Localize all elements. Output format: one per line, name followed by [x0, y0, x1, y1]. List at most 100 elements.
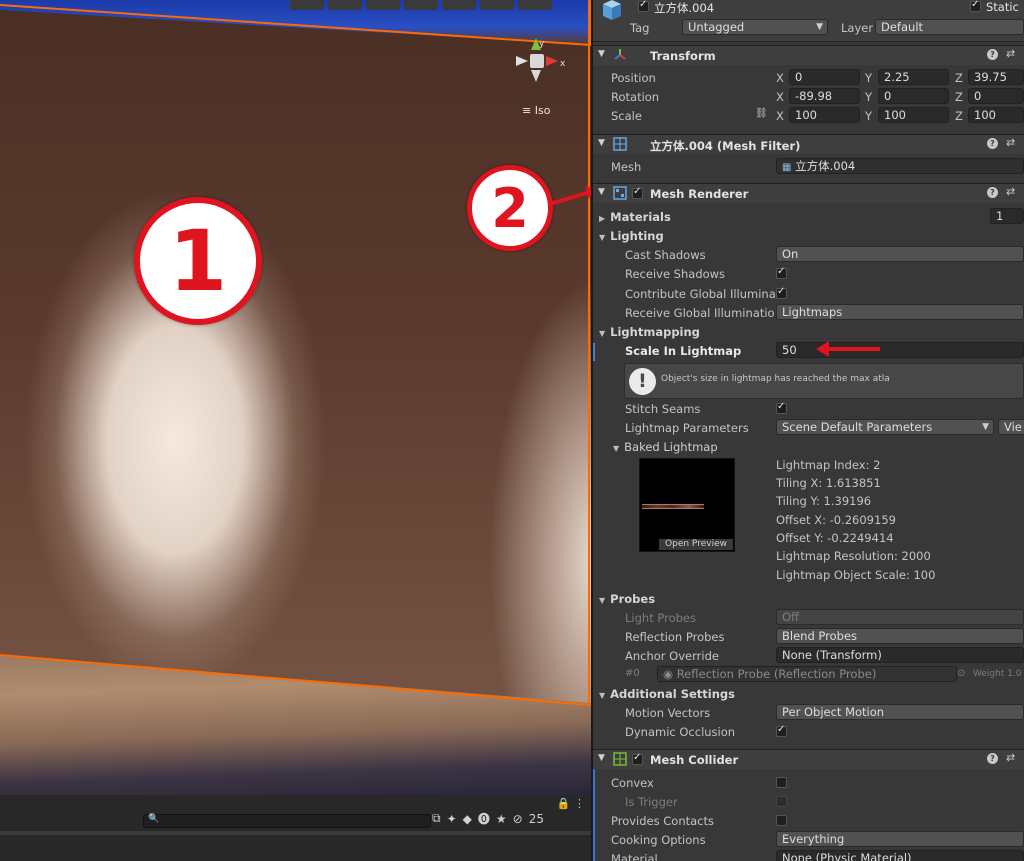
inspector-panel: 立方体.004 Static Tag Untagged ▼ Layer Defau…	[593, 0, 1024, 861]
probe-object-field: ◉ Reflection Probe (Reflection Probe)	[657, 666, 957, 682]
scene-view[interactable]: x y ≡ Iso 1 2 🔒 ⋮ 🔍 ⧉ ✦ ◆ ⓿ ★ ⊘ 25	[0, 0, 591, 861]
materials-foldout[interactable]: ▶ Materials	[599, 210, 671, 224]
presets-icon[interactable]: ⇄	[1006, 185, 1015, 198]
transform-header[interactable]: ▼ Transform ? ⇄	[593, 45, 1024, 65]
is-trigger-checkbox	[776, 796, 787, 807]
scene-bottom-menu[interactable]: 🔒 ⋮	[557, 797, 585, 811]
material-field[interactable]: None (Physic Material)	[776, 850, 1024, 861]
view-button[interactable]: Vie	[998, 419, 1024, 435]
presets-icon[interactable]: ⇄	[1006, 136, 1015, 149]
rotation-y-field[interactable]: 0	[878, 88, 949, 104]
alert-icon[interactable]: ⓿	[478, 810, 490, 827]
scale-x-field[interactable]: 100	[789, 107, 860, 123]
mesh-renderer-enabled-checkbox[interactable]	[632, 186, 643, 199]
warning-text: Object's size in lightmap has reached th…	[661, 374, 890, 384]
scene-bottom-strip	[0, 831, 591, 835]
dynamic-occlusion-checkbox[interactable]	[776, 724, 787, 737]
baked-lightmap-foldout[interactable]: ▼ Baked Lightmap	[613, 440, 718, 454]
additional-settings-foldout[interactable]: ▼ Additional Settings	[599, 687, 735, 701]
hidden-toggle[interactable]	[442, 0, 476, 10]
cast-shadows-label: Cast Shadows	[625, 248, 706, 262]
reflection-probes-dropdown[interactable]: Blend Probes	[776, 628, 1024, 644]
lightmapping-foldout[interactable]: ▼ Lightmapping	[599, 325, 700, 339]
scale-y-field[interactable]: 100	[878, 107, 949, 123]
help-icon[interactable]: ?	[987, 187, 998, 198]
rotation-x-field[interactable]: -89.98	[789, 88, 860, 104]
object-name-field[interactable]: 立方体.004	[654, 0, 714, 16]
materials-count-field[interactable]: 1	[990, 208, 1024, 224]
scale-z-field[interactable]: 100	[968, 107, 1024, 123]
globe-button[interactable]	[518, 0, 552, 10]
contribute-gi-checkbox[interactable]	[776, 286, 787, 299]
help-icon[interactable]: ?	[987, 753, 998, 764]
mesh-label: Mesh	[611, 160, 642, 174]
layer-dropdown[interactable]: Default	[875, 19, 1024, 35]
foldout-arrow-icon[interactable]: ▼	[598, 187, 605, 197]
static-checkbox[interactable]	[970, 0, 981, 12]
mesh-object-field[interactable]: ▦ 立方体.004	[776, 158, 1024, 174]
anchor-override-field[interactable]: None (Transform)	[776, 647, 1024, 663]
presets-icon[interactable]: ⇄	[1006, 47, 1015, 60]
hidden-count: 25	[528, 811, 544, 826]
lighting-foldout[interactable]: ▼ Lighting	[599, 229, 664, 243]
scene-viewport[interactable]: x y ≡ Iso 1 2	[0, 0, 591, 795]
tools-icon[interactable]: ✦	[447, 812, 457, 826]
cooking-options-dropdown[interactable]: Everything	[776, 831, 1024, 847]
scale-in-lightmap-label: Scale In Lightmap	[625, 344, 742, 358]
lightmapping-label: Lightmapping	[610, 325, 700, 339]
probe-target-icon: ⊙	[957, 668, 966, 679]
tag-dropdown[interactable]: Untagged ▼	[682, 19, 828, 35]
lightmap-warning-helpbox: ! Object's size in lightmap has reached …	[624, 363, 1024, 399]
orientation-gizmo[interactable]: x y	[512, 36, 570, 88]
open-preview-button[interactable]: Open Preview	[659, 539, 733, 550]
search-input[interactable]: 🔍	[143, 814, 431, 828]
constrain-proportions-icon[interactable]: ⛓	[755, 108, 768, 119]
tag-value: Untagged	[688, 20, 745, 34]
offset-x-text: Offset X: -0.2609159	[776, 513, 896, 527]
annotation-marker-2: 2	[467, 165, 553, 251]
help-icon[interactable]: ?	[987, 49, 998, 60]
position-z-field[interactable]: 39.75	[968, 69, 1024, 85]
provides-contacts-label: Provides Contacts	[611, 814, 715, 828]
2d-toggle[interactable]	[328, 0, 362, 10]
annotation-marker-1: 1	[134, 197, 262, 325]
lighting-toggle[interactable]	[366, 0, 400, 10]
foldout-arrow-icon[interactable]: ▼	[598, 138, 605, 148]
scene-icon[interactable]: ⧉	[432, 811, 441, 826]
position-x-field[interactable]: 0	[789, 69, 860, 85]
motion-vectors-dropdown[interactable]: Per Object Motion	[776, 704, 1024, 720]
help-icon[interactable]: ?	[987, 138, 998, 149]
presets-icon[interactable]: ⇄	[1006, 751, 1015, 764]
draw-mode-button[interactable]	[290, 0, 324, 10]
hidden-count-icon: ⊘	[512, 811, 523, 826]
gizmos-button[interactable]	[480, 0, 514, 10]
contribute-gi-label: Contribute Global Illuminatic	[625, 287, 775, 301]
cast-shadows-dropdown[interactable]: On	[776, 246, 1024, 262]
additional-settings-label: Additional Settings	[610, 687, 735, 701]
star-icon[interactable]: ★	[496, 812, 507, 826]
provides-contacts-checkbox[interactable]	[776, 815, 787, 826]
receive-gi-dropdown[interactable]: Lightmaps	[776, 304, 1024, 320]
mesh-filter-title: 立方体.004 (Mesh Filter)	[650, 139, 801, 153]
mesh-filter-header[interactable]: ▼ 立方体.004 (Mesh Filter) ? ⇄	[593, 134, 1024, 154]
stitch-seams-checkbox[interactable]	[776, 401, 787, 414]
receive-shadows-checkbox[interactable]	[776, 266, 787, 279]
mesh-renderer-header[interactable]: ▼ Mesh Renderer ? ⇄	[593, 183, 1024, 203]
scale-in-lightmap-field[interactable]: 50	[776, 342, 1024, 358]
layers-button[interactable]	[404, 0, 438, 10]
probes-foldout[interactable]: ▼ Probes	[599, 592, 655, 606]
tag-icon[interactable]: ◆	[463, 812, 472, 826]
object-active-checkbox[interactable]	[638, 0, 649, 12]
iso-toggle[interactable]: ≡ Iso	[522, 104, 550, 117]
mesh-collider-header[interactable]: ▼ Mesh Collider ? ⇄	[593, 749, 1024, 769]
foldout-arrow-icon[interactable]: ▼	[598, 49, 605, 59]
mesh-collider-enabled-checkbox[interactable]	[632, 752, 643, 765]
lightmap-params-dropdown[interactable]: Scene Default Parameters ▼	[776, 419, 994, 435]
convex-checkbox[interactable]	[776, 777, 787, 788]
position-y-field[interactable]: 2.25	[878, 69, 949, 85]
chevron-down-icon: ▼	[982, 422, 989, 432]
cooking-options-label: Cooking Options	[611, 833, 706, 847]
rotation-z-field[interactable]: 0	[968, 88, 1024, 104]
probe-weight-label: Weight 1.0	[973, 669, 1022, 679]
foldout-arrow-icon[interactable]: ▼	[598, 753, 605, 763]
